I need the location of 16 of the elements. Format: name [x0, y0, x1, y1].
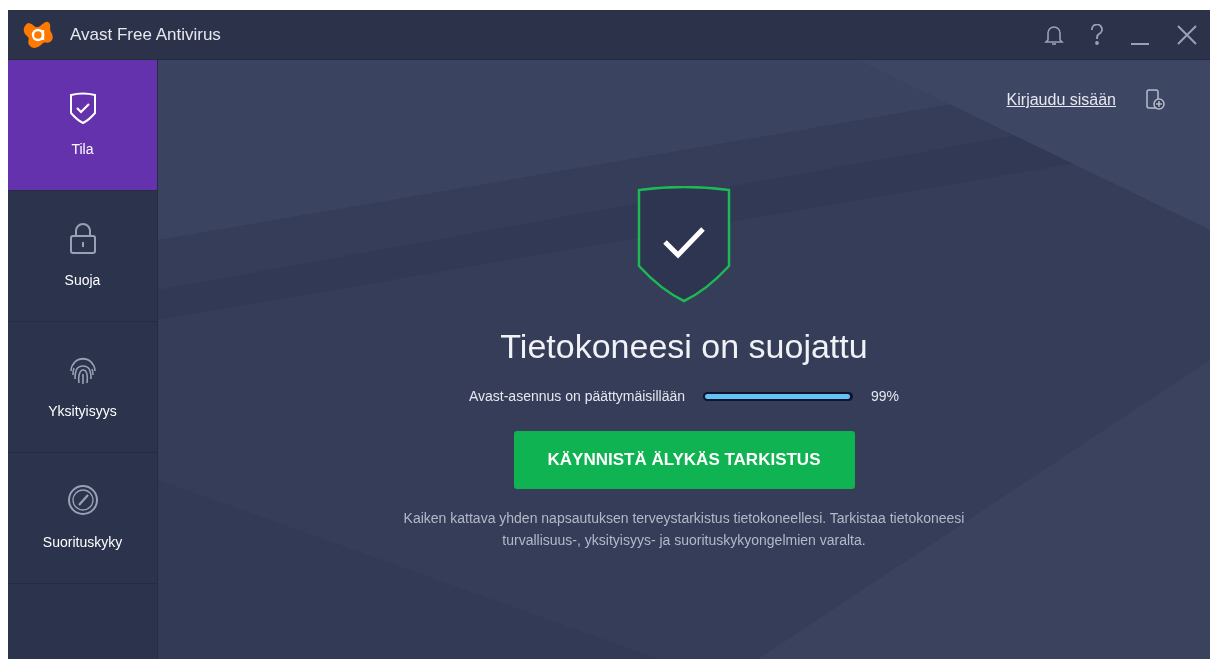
bell-icon[interactable] [1044, 23, 1064, 46]
scan-description: Kaiken kattava yhden napsautuksen terveystarkistus tietokoneellesi. Tarkistaa tietokoneesi turvallisuus-, yksityisyys- ja suorituskykyongelmien varalta. [402, 509, 966, 550]
shield-check-icon [67, 90, 98, 125]
gauge-icon [67, 483, 98, 518]
sign-in-link[interactable]: Kirjaudu sisään [1006, 88, 1116, 112]
help-icon[interactable] [1090, 23, 1104, 46]
progress-percent: 99% [871, 387, 900, 406]
sidebar-tab[interactable]: Tila [8, 60, 157, 191]
status-heading: Tietokoneesi on suojattu [500, 326, 868, 367]
progress-label: Avast-asennus on päättymäisillään [468, 387, 686, 406]
shield-check-icon [637, 186, 731, 303]
lock-icon [67, 221, 98, 256]
close-icon[interactable] [1176, 23, 1198, 46]
avast-logo-icon [22, 19, 54, 50]
add-device-icon[interactable] [1144, 89, 1166, 111]
window-title: Avast Free Antivirus [70, 23, 221, 46]
